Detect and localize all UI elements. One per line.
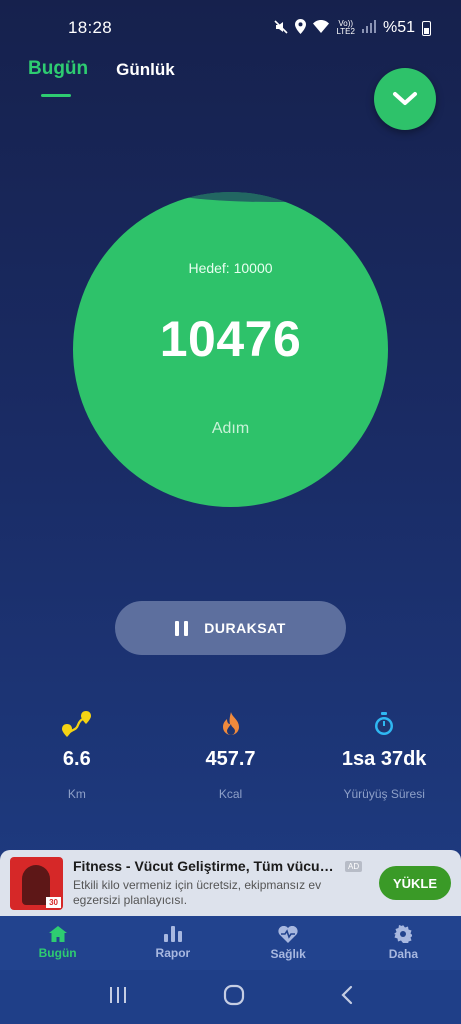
ad-banner[interactable]: 30 Fitness - Vücut Geliştirme, Tüm vücut…	[0, 850, 461, 916]
ad-description: Etkili kilo vermeniz için ücretsiz, ekip…	[73, 878, 322, 907]
home-button-icon[interactable]	[223, 984, 245, 1011]
bar-chart-icon	[163, 926, 182, 942]
recent-apps-icon[interactable]	[108, 986, 128, 1009]
status-icons: Vo)) LTE2 %51	[274, 19, 431, 37]
stat-distance-value: 6.6	[62, 748, 91, 770]
nav-label-report: Rapor	[155, 946, 191, 960]
ad-badge: AD	[345, 860, 363, 872]
step-goal: Hedef: 10000	[188, 260, 273, 276]
heart-pulse-icon	[278, 925, 298, 943]
signal-icon	[361, 20, 376, 36]
nav-item-today[interactable]: Bugün	[0, 916, 115, 970]
network-label: LTE2	[336, 27, 355, 36]
back-icon[interactable]	[340, 985, 354, 1010]
top-tabs: Bugün Günlük	[28, 58, 175, 97]
location-icon	[295, 19, 307, 37]
step-progress-circle: Hedef: 10000 10476 Adım	[73, 192, 388, 507]
stats-row: 6.6 Km 457.7 Kcal 1sa 37dk Yürüyüş Süres…	[0, 710, 461, 801]
bottom-nav: Bugün Rapor Sağlık Daha	[0, 916, 461, 970]
status-bar: 18:28 Vo)) LTE2 %51	[0, 0, 461, 56]
nav-item-more[interactable]: Daha	[346, 916, 461, 970]
mute-icon	[274, 19, 289, 37]
progress-wave	[153, 192, 388, 202]
battery-percent: %51	[382, 19, 415, 36]
battery-icon	[422, 20, 431, 36]
ad-body: Fitness - Vücut Geliştirme, Tüm vücut E.…	[73, 858, 373, 908]
install-button[interactable]: YÜKLE	[379, 866, 451, 900]
pause-button[interactable]: DURAKSAT	[115, 601, 346, 655]
tab-daily[interactable]: Günlük	[116, 58, 175, 80]
wifi-icon	[313, 20, 330, 36]
stat-calories: 457.7 Kcal	[154, 710, 308, 801]
chevron-down-icon	[393, 92, 417, 105]
stat-duration: 1sa 37dk Yürüyüş Süresi	[307, 710, 461, 801]
nav-item-report[interactable]: Rapor	[115, 916, 230, 970]
stat-calories-label: Kcal	[218, 787, 243, 801]
lte-indicator: Vo)) LTE2	[336, 20, 355, 36]
ad-thumb-number: 30	[46, 896, 61, 908]
home-icon	[48, 926, 67, 942]
status-time: 18:28	[68, 18, 113, 37]
pause-icon	[175, 620, 189, 636]
stat-duration-value: 1sa 37dk	[341, 748, 427, 770]
nav-label-health: Sağlık	[270, 946, 306, 961]
nav-item-health[interactable]: Sağlık	[231, 916, 346, 970]
step-count: 10476	[159, 311, 302, 367]
stat-distance: 6.6 Km	[0, 710, 154, 801]
stat-duration-label: Yürüyüş Süresi	[343, 787, 425, 801]
nav-label-more: Daha	[388, 947, 419, 961]
stat-calories-value: 457.7	[205, 748, 256, 770]
tab-today[interactable]: Bugün	[28, 58, 88, 97]
flame-icon	[221, 710, 241, 738]
stat-distance-label: Km	[67, 787, 86, 801]
step-unit: Adım	[211, 420, 250, 437]
stopwatch-icon	[374, 710, 394, 738]
ad-title[interactable]: Fitness - Vücut Geliştirme, Tüm vücut E.…	[73, 858, 337, 874]
system-nav-bar	[0, 970, 461, 1024]
nav-label-today: Bugün	[38, 946, 77, 960]
route-icon	[61, 710, 92, 738]
ad-app-icon[interactable]: 30	[10, 856, 63, 910]
collapse-button[interactable]	[374, 68, 436, 130]
gear-icon	[394, 925, 413, 943]
pause-button-label: DURAKSAT	[204, 620, 286, 636]
